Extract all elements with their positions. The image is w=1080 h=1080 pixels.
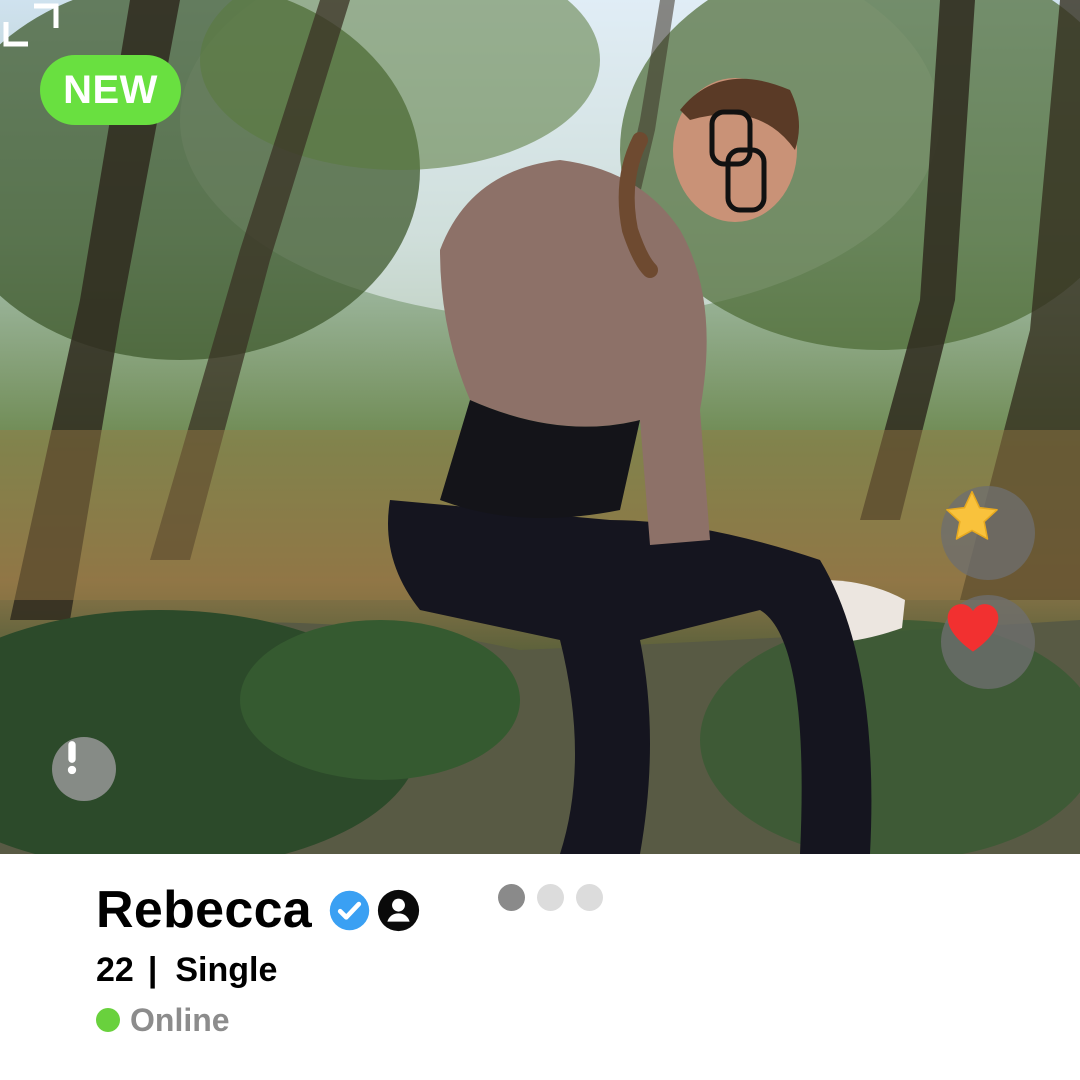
profile-photo[interactable]: NEW	[0, 0, 1080, 854]
pager-dot[interactable]	[537, 884, 564, 911]
name-row: Rebecca	[96, 880, 420, 940]
user-profile-icon[interactable]	[377, 889, 420, 932]
photo-pager[interactable]	[498, 884, 603, 911]
pager-dot-active[interactable]	[498, 884, 525, 911]
report-button[interactable]	[52, 737, 116, 801]
online-status: Online	[96, 1000, 230, 1040]
heart-icon	[947, 604, 999, 652]
favorite-button[interactable]	[941, 486, 1035, 580]
profile-age: 22	[96, 951, 134, 989]
details-separator: |	[147, 951, 158, 989]
profile-details: 22 | Single	[96, 948, 277, 992]
new-badge: NEW	[40, 55, 181, 125]
star-icon	[946, 490, 998, 540]
exclamation-icon	[67, 741, 77, 775]
profile-card[interactable]: NEW Rebecca 22 | Single Online	[0, 0, 1080, 1080]
like-button[interactable]	[941, 595, 1035, 689]
relationship-status: Single	[175, 951, 278, 989]
online-indicator	[96, 1008, 120, 1032]
photo-illustration	[0, 0, 1080, 854]
verified-check-icon	[329, 890, 370, 930]
profile-name: Rebecca	[96, 881, 313, 939]
status-label: Online	[130, 1001, 230, 1038]
pager-dot[interactable]	[576, 884, 603, 911]
expand-icon[interactable]	[0, 0, 62, 50]
